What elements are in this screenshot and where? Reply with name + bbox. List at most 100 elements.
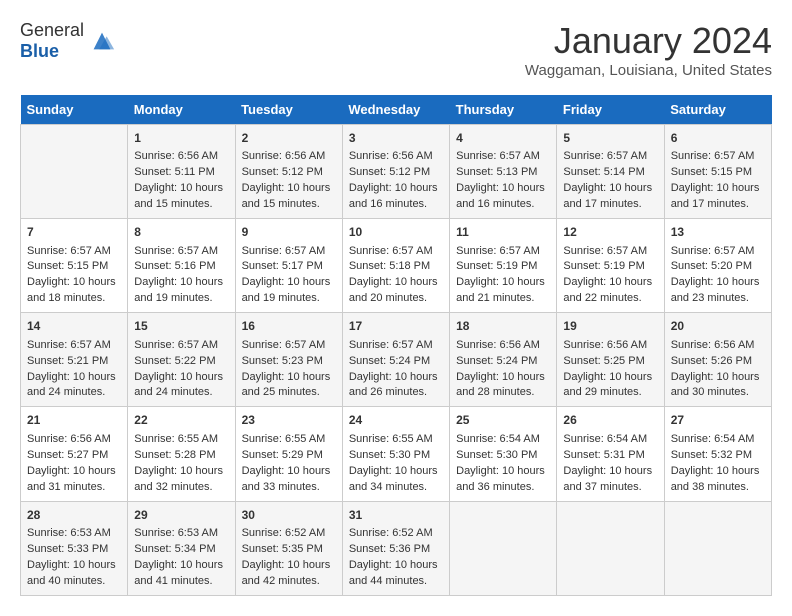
day-number: 22: [134, 412, 228, 429]
week-row-4: 21Sunrise: 6:56 AMSunset: 5:27 PMDayligh…: [21, 407, 772, 501]
header-cell-saturday: Saturday: [664, 95, 771, 125]
cell-info-line: Daylight: 10 hours: [242, 275, 336, 291]
cell-info-line: Sunset: 5:21 PM: [27, 354, 121, 370]
cell-info-line: Daylight: 10 hours: [456, 370, 550, 386]
week-row-3: 14Sunrise: 6:57 AMSunset: 5:21 PMDayligh…: [21, 313, 772, 407]
cell-info-line: Daylight: 10 hours: [27, 558, 121, 574]
cell-info-line: Daylight: 10 hours: [242, 558, 336, 574]
cell-info-line: Daylight: 10 hours: [349, 464, 443, 480]
cell-info-line: and 40 minutes.: [27, 574, 121, 590]
cell-info-line: Daylight: 10 hours: [456, 464, 550, 480]
header-cell-tuesday: Tuesday: [235, 95, 342, 125]
cell-info-line: Sunrise: 6:56 AM: [563, 338, 657, 354]
day-number: 2: [242, 130, 336, 147]
cell-info-line: and 31 minutes.: [27, 480, 121, 496]
cell-info-line: Daylight: 10 hours: [349, 370, 443, 386]
calendar-cell: 30Sunrise: 6:52 AMSunset: 5:35 PMDayligh…: [235, 501, 342, 595]
logo-blue-text: Blue: [20, 41, 59, 61]
cell-info-line: Sunset: 5:19 PM: [563, 259, 657, 275]
week-row-1: 1Sunrise: 6:56 AMSunset: 5:11 PMDaylight…: [21, 125, 772, 219]
cell-info-line: and 19 minutes.: [134, 291, 228, 307]
cell-info-line: Daylight: 10 hours: [134, 464, 228, 480]
cell-info-line: Sunset: 5:32 PM: [671, 448, 765, 464]
calendar-cell: 31Sunrise: 6:52 AMSunset: 5:36 PMDayligh…: [342, 501, 449, 595]
cell-info-line: Sunrise: 6:55 AM: [134, 432, 228, 448]
cell-info-line: Sunset: 5:24 PM: [456, 354, 550, 370]
cell-info-line: and 18 minutes.: [27, 291, 121, 307]
cell-info-line: Daylight: 10 hours: [563, 275, 657, 291]
cell-info-line: Daylight: 10 hours: [563, 181, 657, 197]
cell-info-line: Daylight: 10 hours: [134, 181, 228, 197]
cell-info-line: and 24 minutes.: [134, 385, 228, 401]
cell-info-line: Sunrise: 6:55 AM: [349, 432, 443, 448]
day-number: 12: [563, 224, 657, 241]
cell-info-line: and 23 minutes.: [671, 291, 765, 307]
cell-info-line: Daylight: 10 hours: [349, 181, 443, 197]
calendar-cell: 23 Sunrise: 6:55 AMSunset: 5:29 PMDayligh…: [235, 407, 342, 501]
cell-info-line: and 17 minutes.: [671, 197, 765, 213]
calendar-table: SundayMondayTuesdayWednesdayThursdayFrid…: [20, 95, 772, 596]
cell-info-line: Sunrise: 6:57 AM: [134, 244, 228, 260]
cell-info-line: Sunset: 5:18 PM: [349, 259, 443, 275]
day-number: 7: [27, 224, 121, 241]
cell-info-line: Sunrise: 6:53 AM: [27, 526, 121, 542]
cell-info-line: and 32 minutes.: [134, 480, 228, 496]
calendar-cell: 16Sunrise: 6:57 AMSunset: 5:23 PMDayligh…: [235, 313, 342, 407]
cell-info-line: and 22 minutes.: [563, 291, 657, 307]
cell-info-line: Sunrise: 6:57 AM: [27, 338, 121, 354]
cell-info-line: Sunrise: 6:52 AM: [242, 526, 336, 542]
day-number: 23: [242, 412, 336, 429]
calendar-body: 1Sunrise: 6:56 AMSunset: 5:11 PMDaylight…: [21, 125, 772, 596]
cell-info-line: Sunset: 5:19 PM: [456, 259, 550, 275]
cell-info-line: Sunrise: 6:53 AM: [134, 526, 228, 542]
calendar-cell: 14Sunrise: 6:57 AMSunset: 5:21 PMDayligh…: [21, 313, 128, 407]
calendar-cell: [21, 125, 128, 219]
header-cell-monday: Monday: [128, 95, 235, 125]
day-number: 20: [671, 318, 765, 335]
cell-info-line: Sunrise: 6:57 AM: [671, 149, 765, 165]
cell-info-line: and 33 minutes.: [242, 480, 336, 496]
day-number: 26: [563, 412, 657, 429]
week-row-5: 28Sunrise: 6:53 AMSunset: 5:33 PMDayligh…: [21, 501, 772, 595]
cell-info-line: and 21 minutes.: [456, 291, 550, 307]
calendar-cell: 3Sunrise: 6:56 AMSunset: 5:12 PMDaylight…: [342, 125, 449, 219]
cell-info-line: Sunrise: 6:56 AM: [456, 338, 550, 354]
cell-info-line: Sunset: 5:27 PM: [27, 448, 121, 464]
cell-info-line: and 25 minutes.: [242, 385, 336, 401]
header-row: SundayMondayTuesdayWednesdayThursdayFrid…: [21, 95, 772, 125]
calendar-cell: 26Sunrise: 6:54 AMSunset: 5:31 PMDayligh…: [557, 407, 664, 501]
cell-info-line: Sunset: 5:36 PM: [349, 542, 443, 558]
logo-icon: [88, 27, 116, 55]
cell-info-line: Daylight: 10 hours: [349, 558, 443, 574]
day-number: 5: [563, 130, 657, 147]
cell-info-line: Sunset: 5:35 PM: [242, 542, 336, 558]
cell-info-line: Sunrise: 6:55 AM: [242, 432, 336, 448]
cell-info-line: Daylight: 10 hours: [242, 464, 336, 480]
cell-info-line: Sunrise: 6:54 AM: [563, 432, 657, 448]
cell-info-line: and 24 minutes.: [27, 385, 121, 401]
cell-info-line: Sunset: 5:15 PM: [671, 165, 765, 181]
cell-info-line: Sunset: 5:30 PM: [456, 448, 550, 464]
day-number: 31: [349, 507, 443, 524]
calendar-cell: [664, 501, 771, 595]
cell-info-line: and 16 minutes.: [349, 197, 443, 213]
cell-info-line: Sunset: 5:16 PM: [134, 259, 228, 275]
calendar-cell: 25Sunrise: 6:54 AMSunset: 5:30 PMDayligh…: [450, 407, 557, 501]
cell-info-line: and 36 minutes.: [456, 480, 550, 496]
calendar-cell: 24Sunrise: 6:55 AMSunset: 5:30 PMDayligh…: [342, 407, 449, 501]
day-number: 3: [349, 130, 443, 147]
title-area: January 2024 Waggaman, Louisiana, United…: [525, 20, 772, 79]
cell-info-line: Daylight: 10 hours: [456, 275, 550, 291]
day-number: 16: [242, 318, 336, 335]
calendar-cell: 1Sunrise: 6:56 AMSunset: 5:11 PMDaylight…: [128, 125, 235, 219]
day-number: 24: [349, 412, 443, 429]
cell-info-line: Sunset: 5:29 PM: [242, 448, 336, 464]
calendar-cell: [450, 501, 557, 595]
logo-general-text: General: [20, 20, 84, 40]
calendar-cell: 29Sunrise: 6:53 AMSunset: 5:34 PMDayligh…: [128, 501, 235, 595]
calendar-cell: 22Sunrise: 6:55 AMSunset: 5:28 PMDayligh…: [128, 407, 235, 501]
calendar-cell: 2Sunrise: 6:56 AMSunset: 5:12 PMDaylight…: [235, 125, 342, 219]
cell-info-line: Daylight: 10 hours: [456, 181, 550, 197]
cell-info-line: Sunrise: 6:54 AM: [671, 432, 765, 448]
cell-info-line: Sunset: 5:31 PM: [563, 448, 657, 464]
